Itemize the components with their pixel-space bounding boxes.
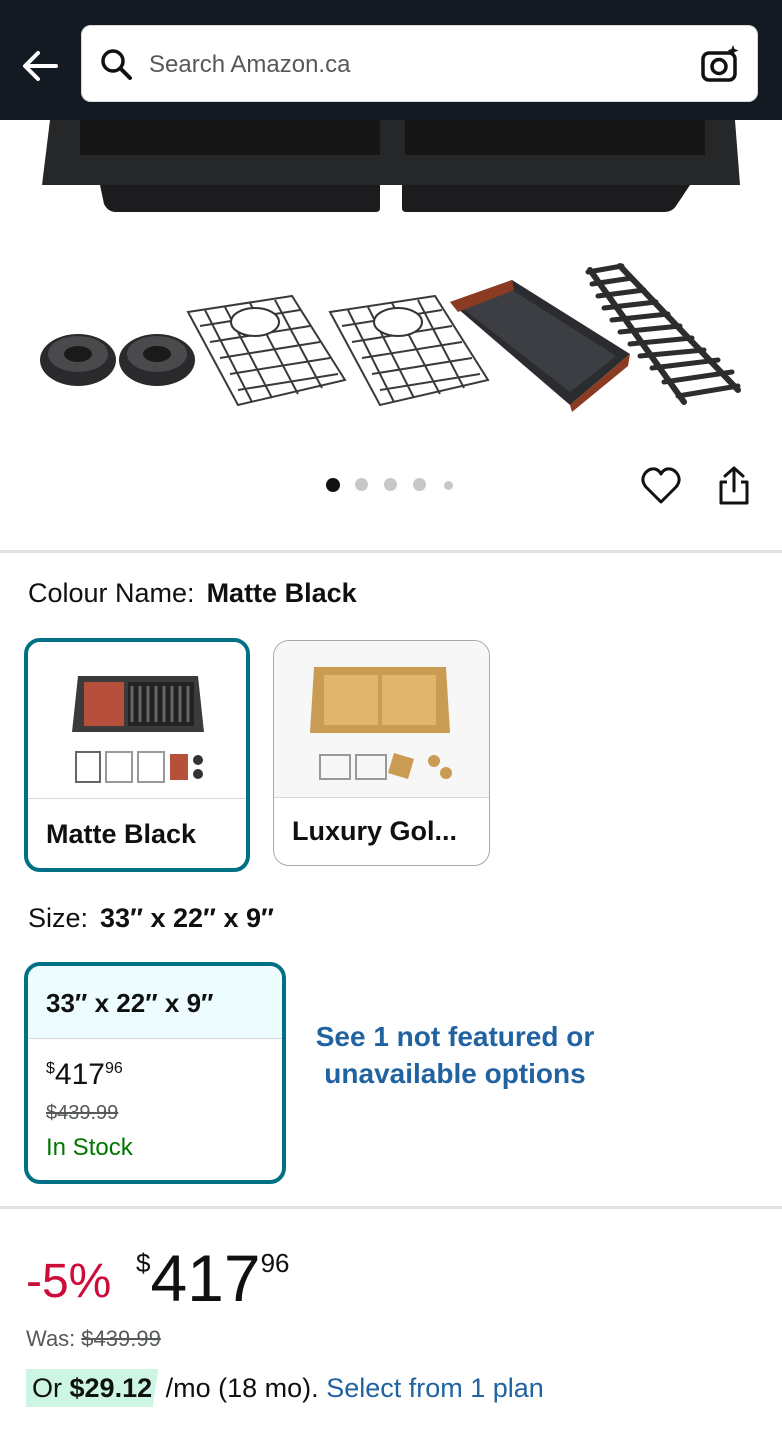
size-option-was-price: $439.99 xyxy=(46,1102,119,1124)
size-option-name: 33″ x 22″ x 9″ xyxy=(46,988,214,1018)
size-label: Size: 33″ x 22″ x 9″ xyxy=(28,903,274,933)
share-icon[interactable] xyxy=(716,465,752,507)
carousel-dot[interactable] xyxy=(384,478,397,491)
colour-option-name: Matte Black xyxy=(46,819,197,849)
section-divider xyxy=(0,550,782,553)
colour-selected-value: Matte Black xyxy=(206,578,357,608)
carousel-dot[interactable] xyxy=(444,481,453,490)
colour-option-matte-black[interactable]: Matte Black xyxy=(24,638,250,872)
select-plan-link[interactable]: Select from 1 plan xyxy=(326,1373,544,1403)
size-selected-value: 33″ x 22″ x 9″ xyxy=(100,903,274,933)
monthly-amount-badge: Or $29.12 xyxy=(26,1369,159,1407)
camera-search-icon[interactable] xyxy=(700,43,742,85)
current-price: $41796 xyxy=(136,1241,290,1315)
section-divider xyxy=(0,1206,782,1209)
search-input[interactable]: Search Amazon.ca xyxy=(149,51,350,79)
swatch-image xyxy=(28,642,246,799)
back-arrow-icon[interactable] xyxy=(18,44,62,88)
bottom-grid-1 xyxy=(186,294,347,407)
colander xyxy=(450,280,630,412)
top-bar: Search Amazon.ca xyxy=(0,0,782,120)
size-option-card[interactable]: 33″ x 22″ x 9″ $41796 $439.99 In Stock xyxy=(24,962,286,1184)
drain-2 xyxy=(119,334,195,386)
carousel-dot[interactable] xyxy=(326,478,340,492)
was-price: Was: $439.99 xyxy=(26,1326,161,1351)
carousel-dot[interactable] xyxy=(413,478,426,491)
size-option-stock: In Stock xyxy=(46,1134,133,1161)
payment-plan: Or $29.12 /mo (18 mo). Select from 1 pla… xyxy=(26,1369,544,1407)
size-option-header: 33″ x 22″ x 9″ xyxy=(28,966,282,1039)
search-icon xyxy=(101,49,132,80)
heart-icon[interactable] xyxy=(640,465,682,507)
swatch-image xyxy=(274,641,489,798)
colour-option-name: Luxury Gol... xyxy=(292,816,458,846)
colour-label: Colour Name: Matte Black xyxy=(28,578,357,608)
not-featured-options-link[interactable]: See 1 not featured or unavailable option… xyxy=(305,1018,605,1092)
size-option-price: $41796 xyxy=(46,1058,123,1091)
search-bar[interactable]: Search Amazon.ca xyxy=(81,25,758,102)
roll-up-rack xyxy=(585,263,741,405)
colour-option-luxury-gold[interactable]: Luxury Gol... xyxy=(273,640,490,866)
carousel-dot[interactable] xyxy=(355,478,368,491)
drain-1 xyxy=(40,334,116,386)
discount-percent: -5% xyxy=(26,1255,112,1308)
